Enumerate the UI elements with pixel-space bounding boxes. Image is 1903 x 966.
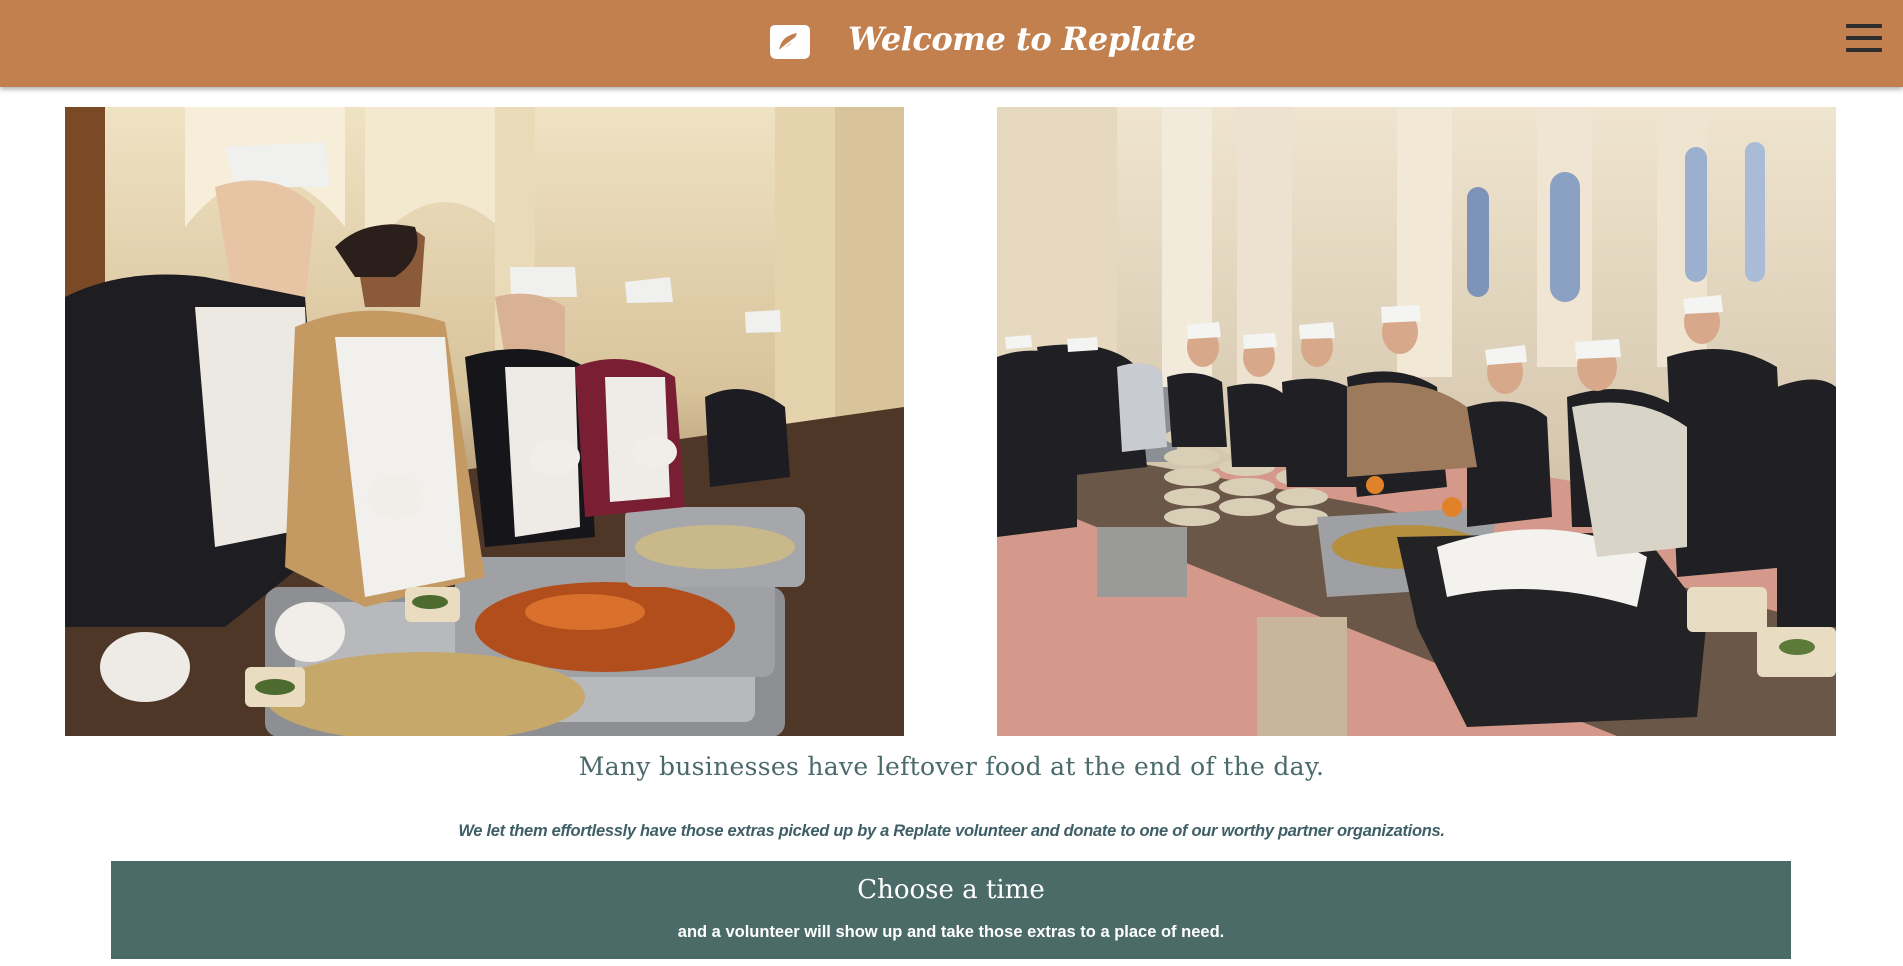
replate-leaf-logo-icon[interactable] [767, 24, 811, 60]
cta-subtitle: and a volunteer will show up and take th… [677, 923, 1225, 941]
intro-description: We let them effortlessly have those extr… [458, 822, 1445, 840]
choose-time-button[interactable]: Choose a time and a volunteer will show … [111, 861, 1791, 959]
site-title[interactable]: Welcome to Replate [848, 20, 1196, 58]
cta-title: Choose a time [857, 875, 1045, 905]
intro-headline: Many businesses have leftover food at th… [578, 752, 1325, 781]
volunteers-group-photo [997, 107, 1836, 736]
top-navigation-bar: Welcome to Replate [0, 0, 1903, 87]
hamburger-menu-icon[interactable] [1846, 24, 1882, 54]
volunteers-serving-photo [65, 107, 904, 736]
